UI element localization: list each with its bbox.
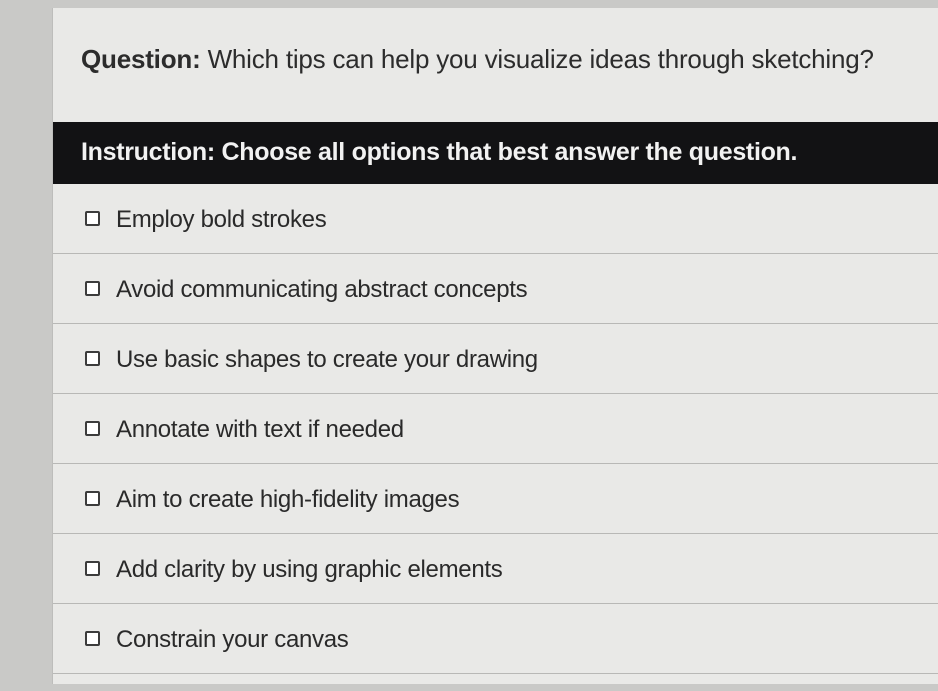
question-text: Which tips can help you visualize ideas …	[207, 44, 874, 74]
checkbox[interactable]	[85, 211, 100, 226]
checkbox[interactable]	[85, 491, 100, 506]
option-avoid-abstract-concepts[interactable]: Avoid communicating abstract concepts	[53, 254, 938, 324]
question-prefix: Question:	[81, 44, 201, 74]
option-label: Add clarity by using graphic elements	[116, 556, 503, 583]
instruction-bar: Instruction: Choose all options that bes…	[53, 122, 938, 184]
option-label: Aim to create high-fidelity images	[116, 486, 460, 513]
options-list: Employ bold strokes Avoid communicating …	[53, 184, 938, 674]
option-annotate-with-text[interactable]: Annotate with text if needed	[53, 394, 938, 464]
option-label: Constrain your canvas	[116, 626, 349, 653]
checkbox[interactable]	[85, 421, 100, 436]
option-label: Use basic shapes to create your drawing	[116, 346, 538, 373]
option-employ-bold-strokes[interactable]: Employ bold strokes	[53, 184, 938, 254]
question-heading: Question: Which tips can help you visual…	[81, 44, 874, 75]
option-high-fidelity-images[interactable]: Aim to create high-fidelity images	[53, 464, 938, 534]
option-constrain-canvas[interactable]: Constrain your canvas	[53, 604, 938, 674]
checkbox[interactable]	[85, 561, 100, 576]
option-label: Avoid communicating abstract concepts	[116, 276, 528, 303]
checkbox[interactable]	[85, 281, 100, 296]
option-label: Annotate with text if needed	[116, 416, 404, 443]
option-use-basic-shapes[interactable]: Use basic shapes to create your drawing	[53, 324, 938, 394]
option-label: Employ bold strokes	[116, 206, 327, 233]
checkbox[interactable]	[85, 631, 100, 646]
quiz-card: Question: Which tips can help you visual…	[52, 8, 938, 684]
option-graphic-elements[interactable]: Add clarity by using graphic elements	[53, 534, 938, 604]
checkbox[interactable]	[85, 351, 100, 366]
instruction-text: Instruction: Choose all options that bes…	[81, 138, 798, 166]
